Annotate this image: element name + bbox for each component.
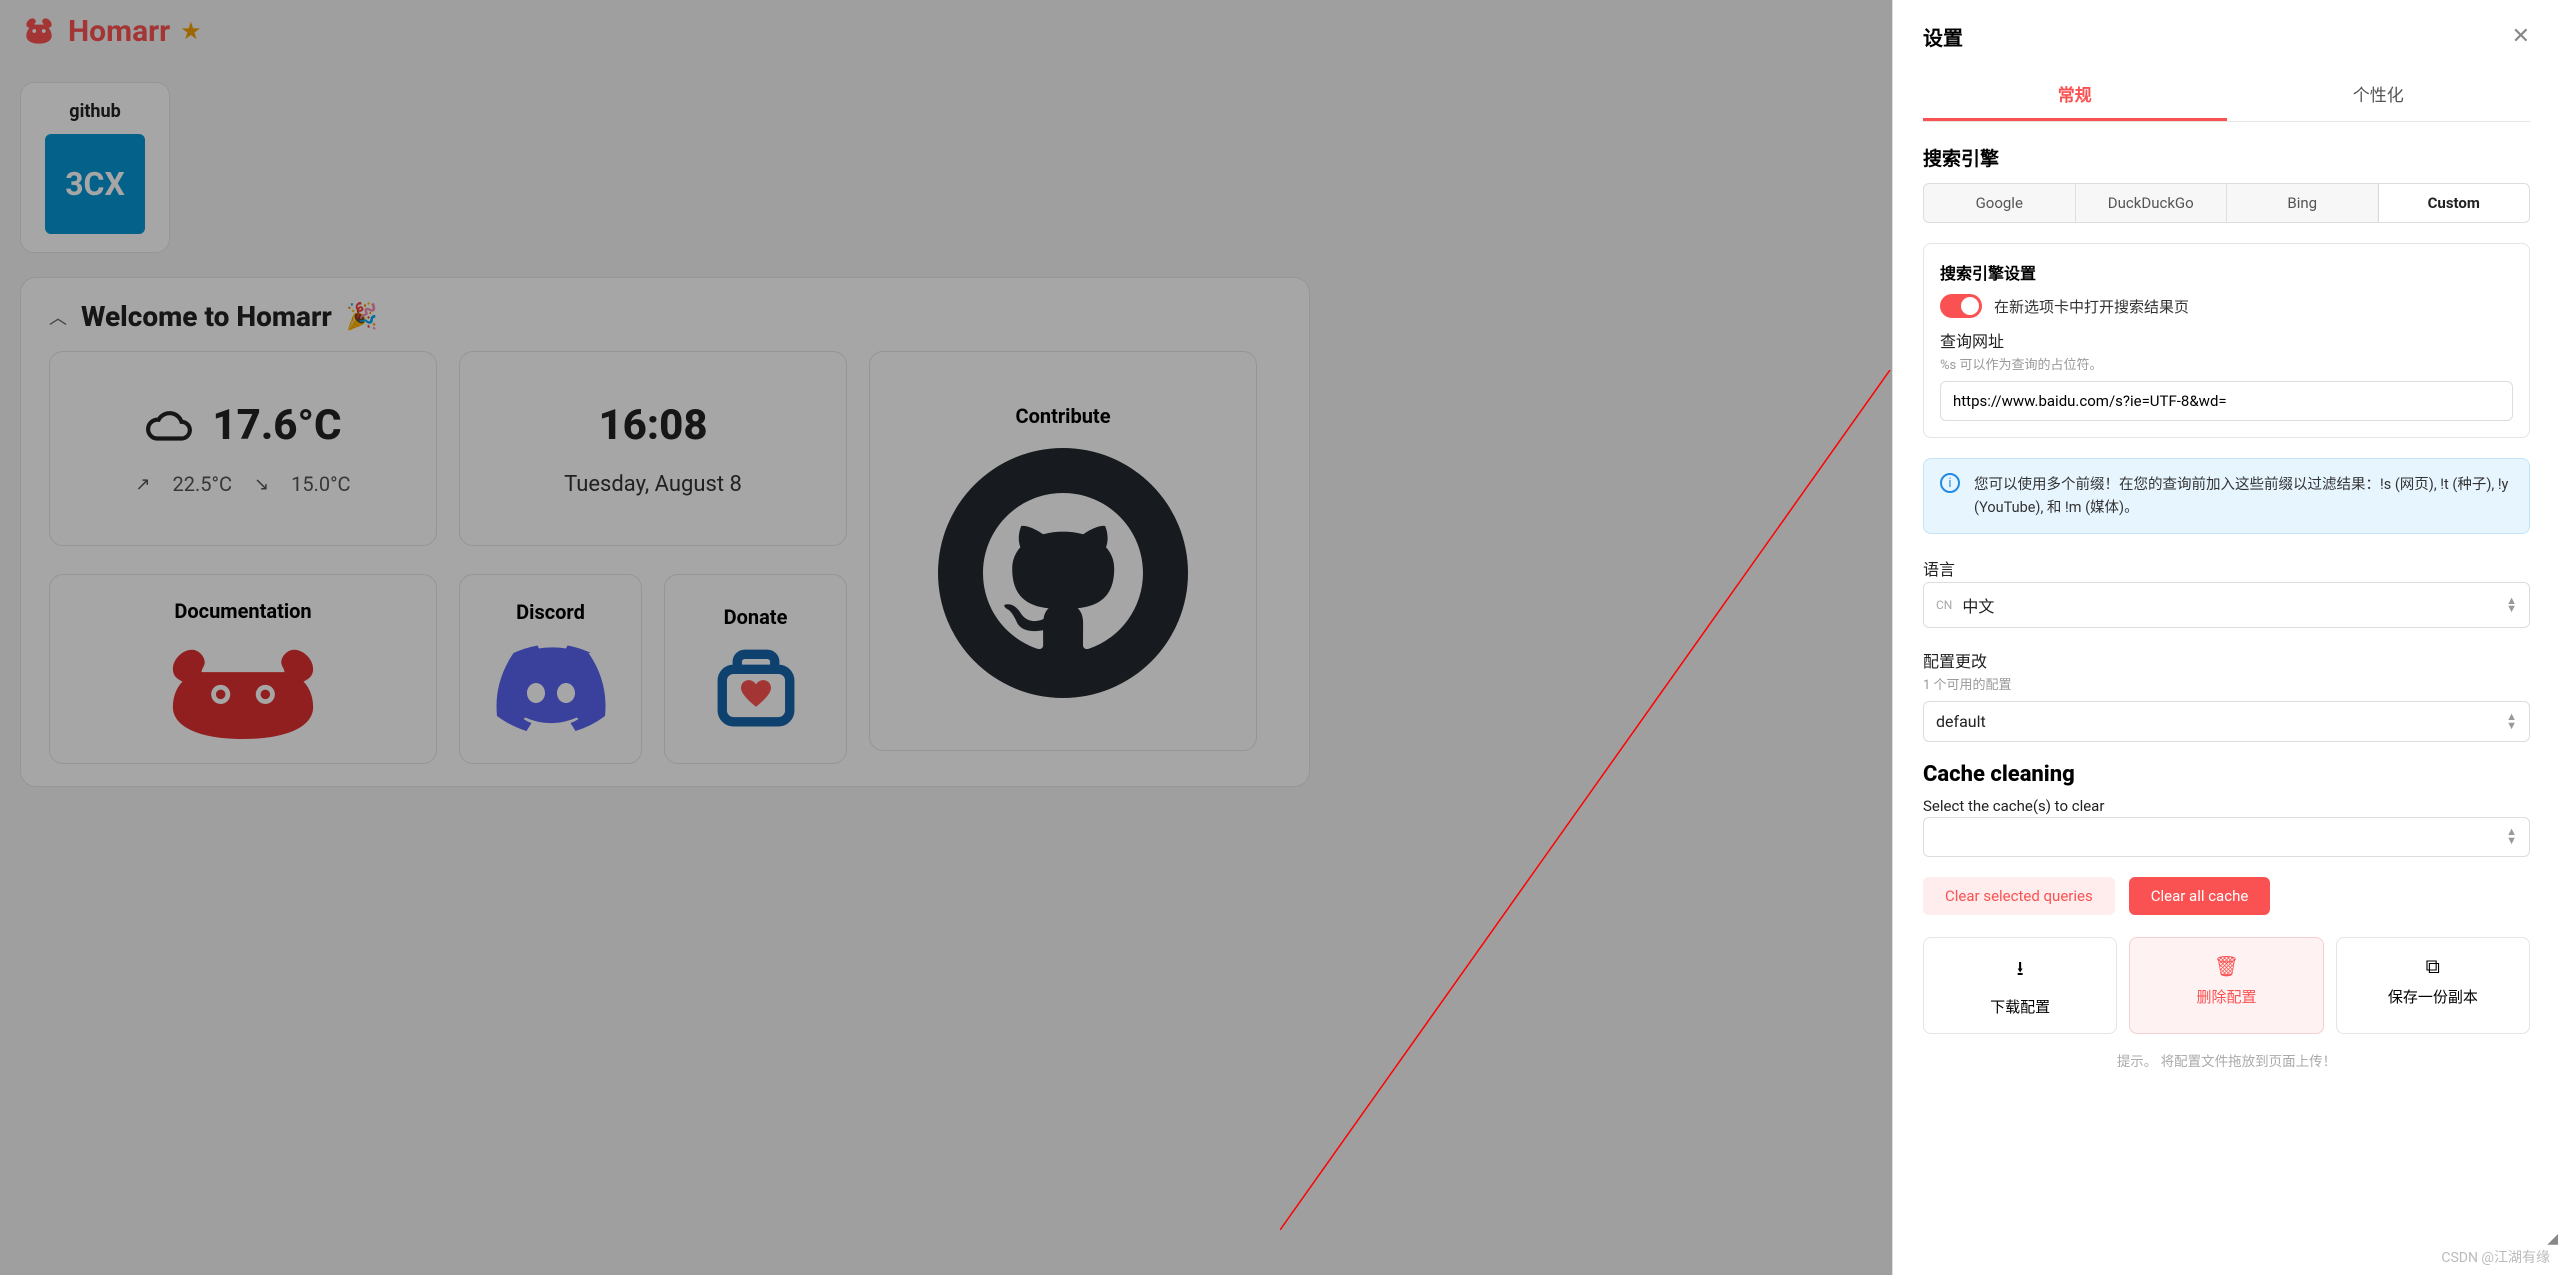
copy-label: 保存一份副本: [2388, 986, 2478, 1007]
trash-icon: 🗑: [2214, 954, 2239, 978]
clear-selected-button[interactable]: Clear selected queries: [1923, 877, 2115, 915]
config-value: default: [1936, 712, 2496, 731]
query-url-input[interactable]: [1940, 381, 2513, 421]
info-icon: i: [1940, 473, 1960, 493]
seg-google[interactable]: Google: [1924, 184, 2076, 222]
language-prefix: CN: [1936, 598, 1952, 612]
close-icon[interactable]: ✕: [2512, 24, 2530, 49]
new-tab-toggle[interactable]: [1940, 294, 1982, 318]
url-label: 查询网址: [1940, 328, 2513, 352]
download-config-button[interactable]: ⭳ 下载配置: [1923, 937, 2117, 1034]
new-tab-label: 在新选项卡中打开搜索结果页: [1994, 296, 2189, 317]
chevron-updown-icon: ▲▼: [2506, 828, 2517, 846]
copy-config-button[interactable]: ⧉ 保存一份副本: [2336, 937, 2530, 1034]
copy-icon: ⧉: [2426, 954, 2440, 978]
settings-tabs: 常规 个性化: [1923, 69, 2530, 122]
chevron-updown-icon: ▲▼: [2506, 597, 2517, 615]
info-box: i 您可以使用多个前缀！在您的查询前加入这些前缀以过滤结果：!s (网页), !…: [1923, 458, 2530, 534]
panel-title: 设置: [1923, 22, 1963, 51]
info-text: 您可以使用多个前缀！在您的查询前加入这些前缀以过滤结果：!s (网页), !t …: [1974, 473, 2513, 519]
download-label: 下载配置: [1990, 996, 2050, 1017]
search-settings-heading: 搜索引擎设置: [1940, 260, 2513, 284]
delete-label: 删除配置: [2196, 986, 2256, 1007]
language-select[interactable]: CN 中文 ▲▼: [1923, 582, 2530, 628]
cache-heading: Cache cleaning: [1923, 762, 2530, 787]
search-engine-segmented: Google DuckDuckGo Bing Custom: [1923, 183, 2530, 223]
resize-grip-icon: ◢: [2547, 1231, 2558, 1247]
cache-select[interactable]: ▲▼: [1923, 817, 2530, 857]
tab-general[interactable]: 常规: [1923, 69, 2227, 121]
language-label: 语言: [1923, 556, 2530, 580]
config-select[interactable]: default ▲▼: [1923, 701, 2530, 742]
config-hint: 1 个可用的配置: [1923, 674, 2530, 693]
delete-config-button[interactable]: 🗑 删除配置: [2129, 937, 2323, 1034]
language-value: 中文: [1962, 593, 2496, 617]
seg-custom[interactable]: Custom: [2379, 184, 2530, 222]
watermark: CSDN @江湖有缘: [2441, 1247, 2550, 1267]
url-hint: %s 可以作为查询的占位符。: [1940, 354, 2513, 373]
download-icon: ⭳: [2017, 954, 2024, 988]
tab-personalize[interactable]: 个性化: [2227, 69, 2531, 121]
cache-select-label: Select the cache(s) to clear: [1923, 797, 2530, 815]
upload-tip: 提示。 将配置文件拖放到页面上传！: [1923, 1050, 2530, 1070]
seg-duckduckgo[interactable]: DuckDuckGo: [2076, 184, 2228, 222]
search-settings-box: 搜索引擎设置 在新选项卡中打开搜索结果页 查询网址 %s 可以作为查询的占位符。: [1923, 243, 2530, 438]
seg-bing[interactable]: Bing: [2227, 184, 2379, 222]
clear-all-button[interactable]: Clear all cache: [2129, 877, 2271, 915]
config-label: 配置更改: [1923, 648, 2530, 672]
chevron-updown-icon: ▲▼: [2506, 713, 2517, 731]
search-engine-heading: 搜索引擎: [1923, 144, 2530, 171]
settings-panel: 设置 ✕ 常规 个性化 搜索引擎 Google DuckDuckGo Bing …: [1892, 0, 2560, 1275]
